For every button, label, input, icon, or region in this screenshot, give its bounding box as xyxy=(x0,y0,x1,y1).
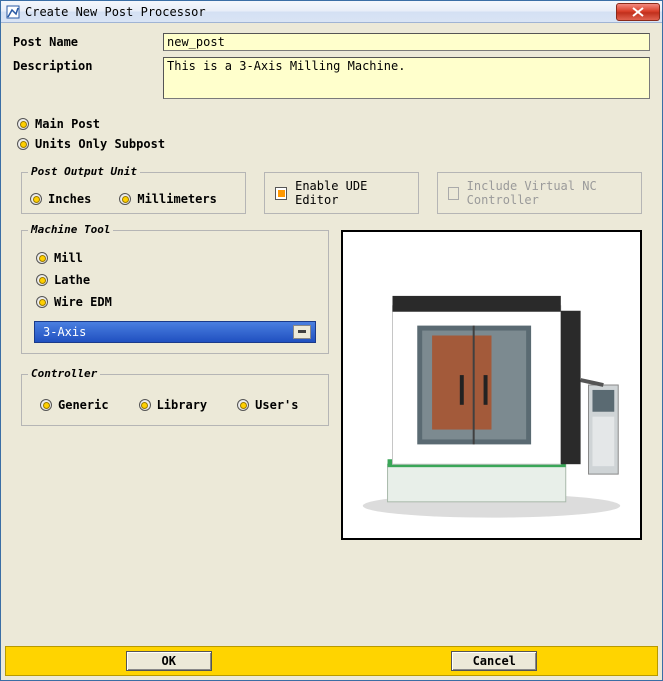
dropdown-arrow-icon xyxy=(293,325,311,339)
output-unit-group: Post Output Unit Inches Millimeters xyxy=(21,172,246,214)
post-name-label: Post Name xyxy=(13,33,163,49)
mill-label: Mill xyxy=(54,251,83,265)
axis-selected-value: 3-Axis xyxy=(43,325,86,339)
main-post-label: Main Post xyxy=(35,117,100,131)
titlebar: Create New Post Processor xyxy=(1,1,662,23)
library-radio[interactable]: Library xyxy=(139,395,208,415)
axis-dropdown[interactable]: 3-Axis xyxy=(34,321,316,343)
app-icon xyxy=(5,4,21,20)
description-label: Description xyxy=(13,57,163,73)
controller-legend: Controller xyxy=(28,367,100,380)
wire-edm-radio[interactable]: Wire EDM xyxy=(36,291,314,313)
radio-icon xyxy=(139,399,151,411)
radio-icon xyxy=(40,399,52,411)
window-title: Create New Post Processor xyxy=(25,5,616,19)
machine-preview-image xyxy=(341,230,642,540)
lathe-radio[interactable]: Lathe xyxy=(36,269,314,291)
cancel-button[interactable]: Cancel xyxy=(451,651,537,671)
enable-ude-checkbox[interactable] xyxy=(275,187,287,200)
client-area: Post Name Description Main Post Units On… xyxy=(1,23,662,680)
output-unit-legend: Post Output Unit xyxy=(28,165,140,178)
radio-icon xyxy=(17,118,29,130)
include-vnc-label: Include Virtual NC Controller xyxy=(467,179,631,207)
controller-group: Controller Generic Library xyxy=(21,374,329,426)
radio-icon xyxy=(119,193,131,205)
units-subpost-radio[interactable]: Units Only Subpost xyxy=(17,134,650,154)
close-icon xyxy=(632,7,644,17)
millimeters-label: Millimeters xyxy=(137,192,216,206)
lathe-label: Lathe xyxy=(54,273,90,287)
include-vnc-box: Include Virtual NC Controller xyxy=(437,172,642,214)
users-label: User's xyxy=(255,398,298,412)
library-label: Library xyxy=(157,398,208,412)
include-vnc-checkbox xyxy=(448,187,459,200)
main-post-radio[interactable]: Main Post xyxy=(17,114,650,134)
radio-icon xyxy=(17,138,29,150)
generic-label: Generic xyxy=(58,398,109,412)
radio-icon xyxy=(237,399,249,411)
radio-icon xyxy=(36,296,48,308)
radio-icon xyxy=(36,252,48,264)
close-button[interactable] xyxy=(616,3,660,21)
machine-tool-group: Machine Tool Mill Lathe xyxy=(21,230,329,354)
dialog-window: Create New Post Processor Post Name Desc… xyxy=(0,0,663,681)
users-radio[interactable]: User's xyxy=(237,395,298,415)
description-textarea[interactable] xyxy=(163,57,650,99)
machine-tool-legend: Machine Tool xyxy=(28,223,113,236)
radio-icon xyxy=(30,193,42,205)
inches-radio[interactable]: Inches xyxy=(30,189,91,209)
units-subpost-label: Units Only Subpost xyxy=(35,137,165,151)
ok-button[interactable]: OK xyxy=(126,651,212,671)
inches-label: Inches xyxy=(48,192,91,206)
button-bar: OK Cancel xyxy=(5,646,658,676)
post-name-input[interactable] xyxy=(163,33,650,51)
enable-ude-box: Enable UDE Editor xyxy=(264,172,419,214)
generic-radio[interactable]: Generic xyxy=(40,395,109,415)
millimeters-radio[interactable]: Millimeters xyxy=(119,189,216,209)
wire-edm-label: Wire EDM xyxy=(54,295,112,309)
mill-radio[interactable]: Mill xyxy=(36,247,314,269)
enable-ude-label: Enable UDE Editor xyxy=(295,179,408,207)
radio-icon xyxy=(36,274,48,286)
